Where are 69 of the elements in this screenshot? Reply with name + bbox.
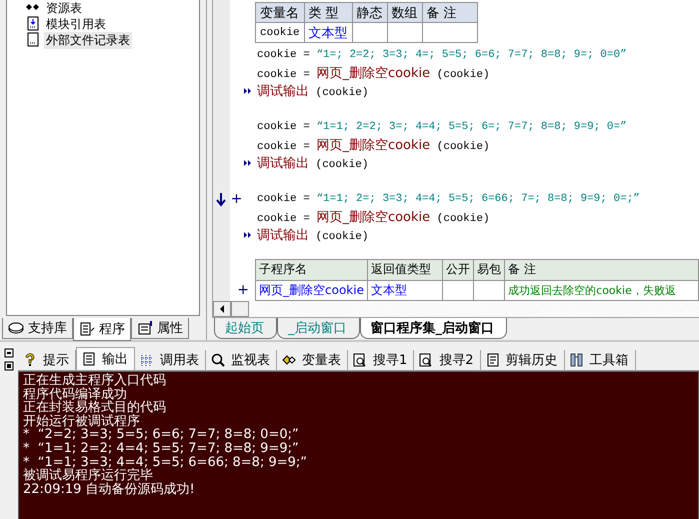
code-line: 调试输出 (cookie)	[257, 155, 370, 172]
document-tab[interactable]: 窗口程序集_启动窗口	[360, 318, 507, 339]
table-cell: cookie	[256, 22, 304, 42]
scrollbar-thumb[interactable]	[231, 301, 249, 317]
output-tab[interactable]: 工具箱	[564, 350, 636, 370]
panel-tab[interactable]: 支持库	[2, 318, 73, 339]
column-header: 备 注	[422, 2, 478, 22]
output-tab[interactable]: 搜寻1	[348, 350, 414, 370]
output-tab[interactable]: 监视表	[206, 350, 277, 370]
output-line: * “1=1; 3=3; 4=4; 5=5; 6=66; 8=8; 9=9;”	[23, 456, 308, 470]
document-tab[interactable]: 起始页	[214, 318, 277, 339]
command-marker-icon	[243, 231, 253, 239]
output-line: 被调试易程序运行完毕	[23, 469, 153, 483]
tree-item[interactable]: 外部文件记录表	[44, 32, 132, 48]
search-document-icon	[418, 352, 434, 368]
module-document-icon	[25, 16, 41, 32]
code-line: cookie = 网页_删除空cookie (cookie)	[257, 209, 491, 226]
code-line: cookie = “1=; 2=2; 3=3; 4=; 5=5; 6=6; 7=7; 8=8; 9=; 0=0”	[257, 49, 628, 61]
table-cell: 文本型	[304, 22, 352, 42]
command-marker-icon	[243, 159, 253, 167]
document-icon	[81, 351, 97, 367]
output-line: * “2=2; 3=3; 5=5; 6=6; 7=7; 8=8; 0=0;”	[23, 428, 300, 442]
code-line: cookie = “1=1; 2=2; 3=; 4=4; 5=5; 6=; 7=7; 8=8; 9=9; 0=”	[257, 121, 628, 133]
column-header: 变量名	[256, 2, 304, 22]
column-header: 公开	[442, 260, 474, 280]
output-line: * “1=1; 2=2; 4=4; 5=5; 7=7; 8=8; 9=9;”	[23, 442, 300, 456]
column-header: 子程序名	[256, 260, 368, 280]
expand-icon[interactable]: +	[213, 280, 255, 301]
code-line: 调试输出 (cookie)	[257, 83, 370, 100]
output-line: 正在生成主程序入口代码	[23, 374, 167, 388]
left-arrow-icon	[219, 305, 225, 313]
column-header: 易包	[474, 260, 505, 280]
library-icon	[8, 320, 24, 336]
search-icon	[210, 352, 226, 368]
output-line: 程序代码编译成功	[23, 388, 128, 402]
output-line: 开始运行被调试程序	[23, 414, 140, 428]
column-header: 备 注	[504, 260, 698, 280]
expand-icon[interactable]: +	[230, 191, 243, 207]
output-tab[interactable]: 搜寻2	[414, 350, 481, 370]
grid-icon	[139, 352, 155, 368]
output-line: 22:09:19 自动备份源码成功!	[23, 482, 196, 496]
program-icon	[79, 321, 95, 337]
command-marker-icon	[243, 87, 253, 95]
output-tab[interactable]: 调用表	[135, 350, 206, 370]
properties-icon	[137, 320, 153, 336]
column-header: 数组	[387, 2, 422, 22]
column-header: 类 型	[304, 2, 352, 22]
panel-tab[interactable]: 属性	[131, 318, 189, 339]
code-line: cookie = 网页_删除空cookie (cookie)	[257, 137, 491, 154]
search-document-icon	[352, 352, 368, 368]
toolbox-icon	[568, 352, 585, 368]
code-line: cookie = 网页_删除空cookie (cookie)	[257, 65, 491, 82]
output-tab[interactable]: 剪辑历史	[480, 350, 565, 370]
output-line: 正在封装易格式目的代码	[23, 401, 167, 415]
scroll-left-button[interactable]	[213, 301, 231, 317]
output-tab[interactable]: 输出	[76, 347, 135, 370]
column-header: 返回值类型	[367, 260, 443, 280]
restore-icon[interactable]	[4, 361, 14, 371]
column-header: 静态	[352, 2, 388, 22]
document-icon	[25, 32, 41, 48]
panel-tab[interactable]: 程序	[73, 318, 131, 341]
tree-item[interactable]: 模块引用表	[44, 16, 108, 32]
code-line: cookie = “1=1; 2=; 3=3; 4=4; 5=5; 6=66; 7=; 8=8; 9=9; 0=;”	[257, 193, 641, 205]
tree-item[interactable]: 资源表	[44, 0, 84, 16]
output-tab[interactable]: 变量表	[277, 350, 348, 370]
document-tab[interactable]: _启动窗口	[277, 318, 360, 339]
code-line: 调试输出 (cookie)	[257, 227, 370, 244]
document-icon	[484, 352, 501, 368]
pin-icon[interactable]	[4, 348, 14, 358]
